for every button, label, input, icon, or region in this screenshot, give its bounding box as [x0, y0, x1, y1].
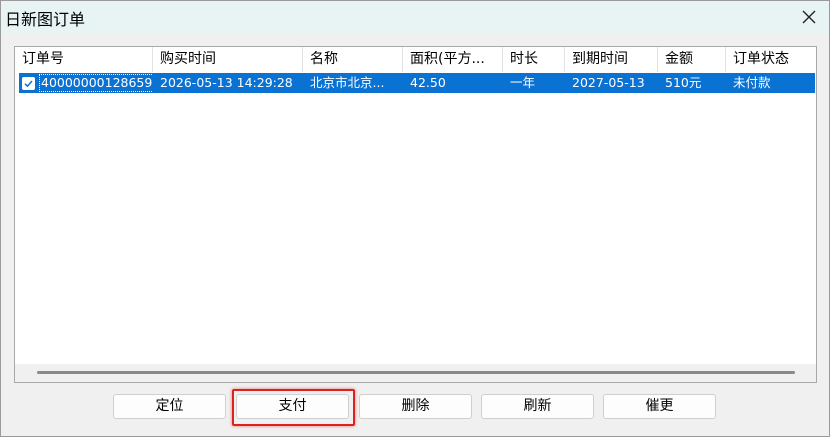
column-header-expiry-date[interactable]: 到期时间 — [565, 47, 658, 72]
checkmark-icon — [24, 80, 33, 87]
row-cell-duration: 一年 — [510, 75, 536, 90]
column-header-amount[interactable]: 金额 — [658, 47, 726, 72]
window-title: 日新图订单 — [5, 10, 86, 29]
row-cell-order-status: 未付款 — [733, 75, 771, 90]
row-checkbox[interactable] — [22, 76, 35, 90]
row-cell-expiry-date: 2027-05-13 — [572, 75, 645, 90]
order-list[interactable]: 订单号 购买时间 名称 面积(平方... 时长 到期时间 金额 订单状态 400… — [14, 46, 817, 383]
row-cell-name: 北京市北京... — [310, 75, 385, 90]
row-cell-order-no: 40000000128659 — [19, 73, 153, 93]
column-header-purchase-time[interactable]: 购买时间 — [153, 47, 303, 72]
delete-button[interactable]: 删除 — [359, 394, 472, 419]
column-header-area[interactable]: 面积(平方... — [403, 47, 503, 72]
row-cell-area: 42.50 — [410, 75, 446, 90]
row-cell-purchase-time: 2026-05-13 14:29:28 — [160, 75, 293, 90]
order-dialog: 日新图订单 订单号 购买时间 名称 面积(平方... 时长 到期时间 金额 订单… — [0, 0, 830, 437]
list-header: 订单号 购买时间 名称 面积(平方... 时长 到期时间 金额 订单状态 — [15, 47, 816, 72]
update-button[interactable]: 催更 — [603, 394, 716, 419]
close-icon — [802, 10, 816, 24]
close-button[interactable] — [795, 3, 823, 31]
locate-button[interactable]: 定位 — [113, 394, 226, 419]
title-bar: 日新图订单 — [1, 1, 829, 33]
column-header-name[interactable]: 名称 — [303, 47, 403, 72]
row-cell-amount: 510元 — [665, 75, 702, 90]
column-header-duration[interactable]: 时长 — [503, 47, 565, 72]
table-row[interactable]: 40000000128659 2026-05-13 14:29:28 北京市北京… — [19, 73, 815, 93]
highlight-box — [232, 389, 355, 426]
refresh-button[interactable]: 刷新 — [481, 394, 594, 419]
scrollbar-thumb[interactable] — [37, 371, 795, 374]
horizontal-scrollbar[interactable] — [15, 364, 816, 382]
column-header-order-status[interactable]: 订单状态 — [726, 47, 816, 72]
column-header-order-no[interactable]: 订单号 — [15, 47, 153, 72]
order-number-text: 40000000128659 — [39, 74, 153, 92]
